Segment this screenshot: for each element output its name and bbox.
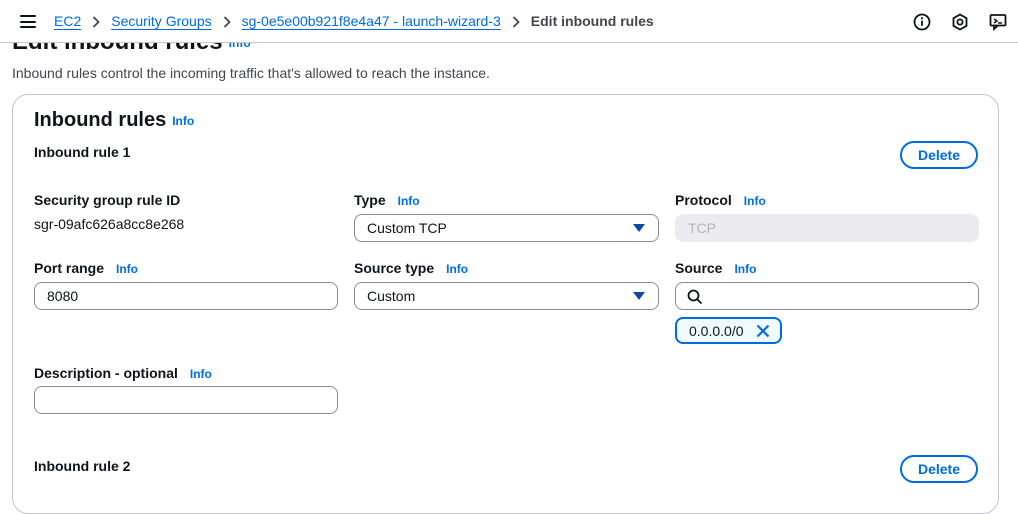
rule-2-delete-button[interactable]: Delete (900, 455, 978, 483)
protocol-info-link[interactable]: Info (744, 194, 766, 208)
close-icon[interactable] (755, 323, 771, 342)
protocol-value: TCP (688, 220, 716, 236)
protocol-field: TCP (675, 214, 979, 242)
source-label: Source Info (675, 260, 756, 276)
info-circle-icon[interactable] (912, 12, 932, 32)
source-type-label: Source type Info (354, 260, 468, 276)
type-select-value: Custom TCP (367, 220, 447, 236)
port-range-label: Port range Info (34, 260, 138, 276)
port-range-input[interactable] (34, 282, 338, 310)
rule-id-label-text: Security group rule ID (34, 192, 181, 208)
source-type-label-text: Source type (354, 260, 435, 276)
breadcrumb-security-group[interactable]: sg-0e5e00b921f8e4a47 - launch-wizard-3 (242, 13, 501, 29)
menu-icon[interactable] (20, 15, 36, 28)
caret-down-icon (633, 224, 645, 232)
description-info-link[interactable]: Info (190, 367, 212, 381)
source-token-label: 0.0.0.0/0 (689, 322, 744, 339)
source-info-link[interactable]: Info (734, 262, 756, 276)
rule-1-heading: Inbound rule 1 (34, 144, 131, 160)
source-type-select-value: Custom (367, 288, 416, 304)
top-icon-group (912, 12, 1008, 32)
chevron-right-icon (81, 13, 111, 29)
rule-1-delete-button[interactable]: Delete (900, 141, 978, 169)
chevron-right-icon (501, 13, 531, 29)
source-search-text-input[interactable] (710, 288, 978, 304)
breadcrumb: EC2 Security Groups sg-0e5e00b921f8e4a47… (54, 13, 654, 29)
port-range-info-link[interactable]: Info (116, 262, 138, 276)
protocol-label-text: Protocol (675, 192, 732, 208)
caret-down-icon (633, 292, 645, 300)
source-type-info-link[interactable]: Info (446, 262, 468, 276)
description-label-text: Description - optional (34, 365, 178, 381)
breadcrumb-security-groups[interactable]: Security Groups (111, 13, 211, 29)
inbound-rules-container: Inbound rules Info Inbound rule 1 Delete … (12, 94, 999, 514)
protocol-label: Protocol Info (675, 192, 766, 208)
type-info-link[interactable]: Info (398, 194, 420, 208)
port-range-text-input[interactable] (47, 288, 337, 304)
search-icon (687, 289, 703, 308)
breadcrumb-ec2[interactable]: EC2 (54, 13, 81, 29)
description-text-input[interactable] (47, 392, 337, 408)
source-token: 0.0.0.0/0 (675, 317, 782, 344)
source-search-input[interactable] (675, 282, 979, 310)
type-label-text: Type (354, 192, 386, 208)
source-label-text: Source (675, 260, 723, 276)
rule-2-heading: Inbound rule 2 (34, 458, 131, 474)
feedback-icon[interactable] (988, 12, 1008, 32)
container-title: Inbound rules Info (34, 109, 194, 132)
page-description: Inbound rules control the incoming traff… (12, 65, 490, 81)
settings-hex-icon[interactable] (950, 12, 970, 32)
source-type-select[interactable]: Custom (354, 282, 659, 310)
rule-id-label: Security group rule ID (34, 192, 180, 208)
container-info-link[interactable]: Info (172, 114, 194, 128)
description-label: Description - optional Info (34, 365, 212, 381)
container-title-text: Inbound rules (34, 109, 167, 131)
type-label: Type Info (354, 192, 420, 208)
type-select[interactable]: Custom TCP (354, 214, 659, 242)
top-navigation-bar: EC2 Security Groups sg-0e5e00b921f8e4a47… (0, 0, 1018, 43)
rule-id-value: sgr-09afc626a8cc8e268 (34, 216, 185, 232)
breadcrumb-current: Edit inbound rules (530, 13, 654, 29)
description-input[interactable] (34, 386, 338, 414)
chevron-right-icon (212, 13, 242, 29)
port-range-label-text: Port range (34, 260, 105, 276)
